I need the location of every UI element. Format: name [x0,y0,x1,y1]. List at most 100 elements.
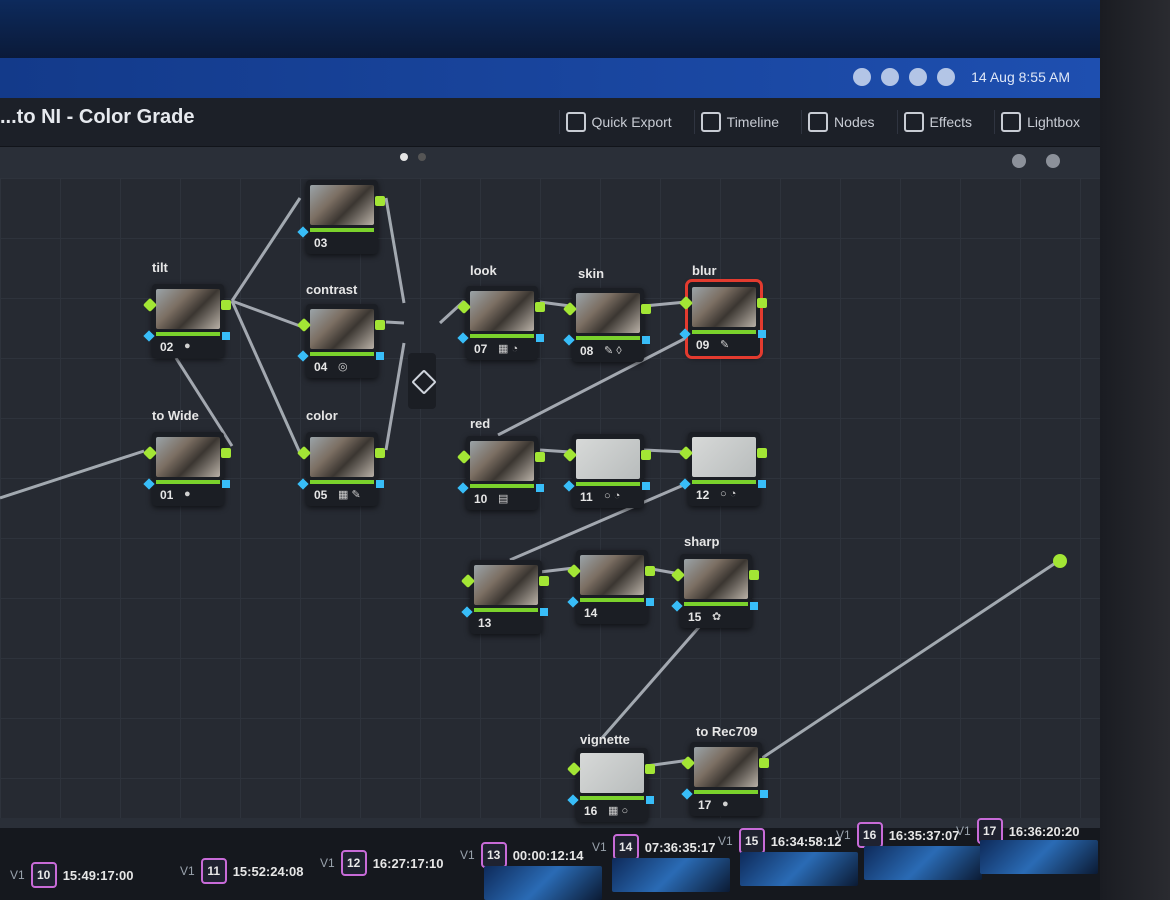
clip-index-badge: 10 [30,862,57,888]
clip-track: V1 [460,848,475,862]
clip-info-13[interactable]: V1 13 00:00:12:14 [460,842,584,868]
rgb-output[interactable] [375,320,385,330]
node-tool-icon: ● [722,798,729,810]
clip-track: V1 [592,840,607,854]
node-09-selected[interactable]: 09 ✎ [678,279,767,359]
node-thumbnail [692,287,756,327]
node-label-look: look [470,263,497,278]
alpha-output[interactable] [646,796,654,804]
clip-timecode: 15:52:24:08 [232,863,304,879]
node-08[interactable]: 08 ✎ ◊ [562,288,651,362]
node-label-tilt: tilt [152,260,168,275]
node-07[interactable]: 07 ▦ ◔ [456,286,545,360]
node-number: 08 [580,344,594,358]
node-number: 02 [160,340,174,354]
node-tool-icon: ✿ [712,611,722,623]
node-tool-icon: ✎ ◊ [604,345,622,357]
clip-info-12[interactable]: V1 12 16:27:17:10 [320,850,444,876]
rgb-output[interactable] [375,448,385,458]
node-thumbnail [474,565,538,605]
node-thumbnail [576,439,640,479]
rgb-output[interactable] [757,448,767,458]
clip-info-11[interactable]: V1 11 15:52:24:08 [180,858,304,884]
alpha-output[interactable] [642,482,650,490]
node-01[interactable]: 01 ● [142,432,231,506]
clip-track: V1 [956,824,971,838]
node-label-vignette: vignette [580,732,630,747]
clip-timecode: 16:36:20:20 [1008,823,1080,839]
node-thumbnail [694,747,758,787]
node-status-bar [156,480,220,484]
clip-thumbnail[interactable] [740,852,858,886]
rgb-output[interactable] [759,758,769,768]
node-04[interactable]: 04 ◎ [296,304,385,378]
clip-thumbnail[interactable] [484,866,602,900]
clip-info-14[interactable]: V1 14 07:36:35:17 [592,834,716,860]
node-tool-icon: ● [184,488,191,500]
alpha-output[interactable] [750,602,758,610]
alpha-output[interactable] [758,330,766,338]
node-status-bar [310,352,374,356]
alpha-output[interactable] [536,484,544,492]
node-02[interactable]: 02 ● [142,284,231,358]
rgb-output[interactable] [535,302,545,312]
clip-info-15[interactable]: V1 15 16:34:58:12 [718,828,842,854]
node-status-bar [692,480,756,484]
node-thumbnail [684,559,748,599]
rgb-output[interactable] [645,566,655,576]
alpha-output[interactable] [642,336,650,344]
node-number: 04 [314,360,328,374]
layer-mixer-node[interactable] [408,353,437,409]
clip-track: V1 [320,856,335,870]
rgb-output[interactable] [757,298,767,308]
node-number: 05 [314,488,328,502]
node-tool-icon: ○ ◔ [604,490,621,502]
rgb-output[interactable] [535,452,545,462]
node-16[interactable]: 16 ▦ ○ [566,748,655,822]
rgb-output[interactable] [641,450,651,460]
alpha-output[interactable] [758,480,766,488]
node-label-contrast: contrast [306,282,358,297]
clip-thumbnail[interactable] [612,858,730,892]
rgb-output[interactable] [641,304,651,314]
alpha-output[interactable] [376,352,384,360]
node-13[interactable]: 13 [460,560,549,634]
node-status-bar [576,336,640,340]
alpha-output[interactable] [222,480,230,488]
rgb-output[interactable] [221,300,231,310]
node-03[interactable]: 03 [297,180,385,254]
clip-thumbnail[interactable] [864,846,982,880]
node-status-bar [580,598,644,602]
clip-info-16[interactable]: V1 16 16:35:37:07 [836,822,960,848]
rgb-output[interactable] [375,196,385,206]
rgb-output[interactable] [539,576,549,586]
node-10[interactable]: 10 ▤ [456,436,545,510]
alpha-output[interactable] [536,334,544,342]
clip-timecode: 07:36:35:17 [644,839,716,855]
rgb-output[interactable] [749,570,759,580]
node-thumbnail [310,437,374,477]
clip-track: V1 [10,868,25,882]
alpha-output[interactable] [760,790,768,798]
node-14[interactable]: 14 [566,550,655,624]
alpha-output[interactable] [222,332,230,340]
node-05[interactable]: 05 ▦ ✎ [296,432,385,506]
alpha-output[interactable] [646,598,654,606]
rgb-output[interactable] [645,764,655,774]
node-thumbnail [580,555,644,595]
node-label-to-rec709: to Rec709 [696,724,758,739]
node-number: 14 [584,606,598,620]
alpha-output[interactable] [376,480,384,488]
node-thumbnail [310,309,374,349]
node-17[interactable]: 17 ● [680,742,769,816]
clip-info-10[interactable]: V1 10 15:49:17:00 [10,862,134,888]
rgb-output[interactable] [221,448,231,458]
alpha-output[interactable] [540,608,548,616]
clip-index-badge: 16 [856,822,883,848]
node-15[interactable]: 15 ✿ [670,554,759,628]
node-12[interactable]: 12 ○ ◔ [678,432,767,506]
clip-timecode: 16:34:58:12 [770,833,842,849]
clip-track: V1 [718,834,733,848]
node-11[interactable]: 11 ○ ◔ [562,434,651,508]
clip-thumbnail[interactable] [980,840,1098,874]
